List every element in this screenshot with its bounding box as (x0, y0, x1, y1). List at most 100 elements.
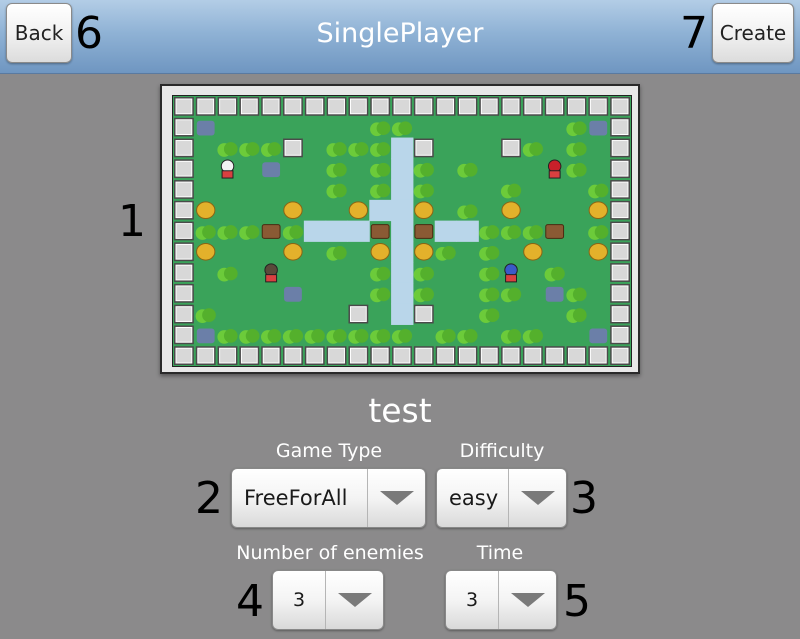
bush-icon (420, 287, 434, 302)
bush-icon (289, 329, 304, 343)
game-type-dropdown-arrow[interactable] (367, 469, 425, 527)
water-tile (391, 282, 414, 305)
time-label: Time (476, 542, 524, 564)
bush-icon (398, 121, 413, 136)
wall-block (328, 347, 345, 364)
wall-block (197, 347, 215, 364)
wall-block (284, 347, 302, 364)
bush-icon (485, 245, 500, 260)
bush-icon (485, 287, 500, 302)
wall-block (262, 98, 280, 115)
character-body-icon (505, 274, 518, 283)
difficulty-dropdown-arrow[interactable] (508, 469, 566, 527)
wall-block (611, 181, 629, 198)
bush-icon (376, 329, 391, 343)
rock-icon (196, 120, 215, 136)
time-dropdown-arrow[interactable] (498, 571, 556, 629)
bush-icon (332, 142, 347, 156)
water-tile (391, 262, 414, 284)
water-tile (369, 199, 392, 222)
wall-block (262, 347, 280, 364)
bush-icon (223, 329, 238, 343)
wall-block (240, 347, 258, 364)
wall-block (415, 347, 433, 364)
wall-block (306, 98, 324, 115)
wall-block (611, 119, 629, 136)
bush-icon (376, 183, 391, 198)
gold-barrel-icon (196, 242, 216, 261)
wall-block (415, 140, 433, 156)
game-type-spinner[interactable]: FreeForAll (231, 468, 426, 528)
enemies-dropdown-arrow[interactable] (325, 571, 383, 629)
difficulty-label: Difficulty (459, 440, 545, 462)
chest-icon (370, 224, 390, 239)
time-spinner[interactable]: 3 (445, 570, 557, 630)
gold-barrel-icon (523, 242, 543, 261)
wall-block (502, 140, 520, 156)
annotation-2: 2 (195, 473, 223, 524)
rock-icon (284, 286, 302, 302)
enemies-spinner[interactable]: 3 (272, 570, 384, 630)
bush-icon (202, 225, 216, 239)
bush-icon (463, 162, 478, 177)
water-tile (391, 303, 414, 325)
wall-block (219, 98, 236, 115)
wall-block (589, 98, 607, 115)
wall-block (568, 98, 585, 115)
annotation-5: 5 (563, 576, 591, 627)
water-tile (391, 158, 414, 180)
wall-block (480, 347, 498, 364)
bush-icon (420, 266, 434, 281)
create-button[interactable]: Create (712, 3, 794, 63)
level-name: test (368, 391, 432, 430)
difficulty-value: easy (449, 486, 499, 510)
wall-block (175, 119, 193, 136)
wall-block (546, 98, 564, 115)
wall-block (284, 140, 302, 156)
wall-block (175, 306, 193, 322)
wall-block (240, 98, 258, 115)
bush-icon (267, 142, 282, 156)
wall-block (415, 306, 433, 322)
wall-block (437, 98, 455, 115)
map-preview[interactable] (160, 84, 640, 374)
water-tile (325, 220, 348, 242)
rock-icon (589, 328, 608, 344)
difficulty-spinner[interactable]: easy (436, 468, 567, 528)
chest-icon (261, 224, 281, 239)
annotation-1: 1 (118, 196, 146, 247)
wall-block (437, 347, 455, 364)
bush-icon (420, 183, 434, 198)
chevron-down-icon (510, 593, 545, 607)
character-body-icon (221, 170, 234, 179)
gold-barrel-icon (283, 201, 303, 220)
bush-icon (332, 329, 347, 343)
back-button-label: Back (14, 21, 64, 45)
annotation-7: 7 (680, 8, 708, 59)
wall-block (349, 347, 367, 364)
chevron-down-icon (337, 593, 372, 607)
bush-icon (507, 225, 522, 239)
back-button[interactable]: Back (6, 3, 72, 63)
wall-block (175, 181, 193, 198)
map-canvas (174, 97, 630, 365)
wall-block (393, 98, 411, 115)
annotation-6: 6 (75, 8, 103, 59)
water-tile (391, 137, 414, 159)
gold-barrel-icon (414, 242, 434, 261)
wall-block (328, 98, 345, 115)
character-body-icon (265, 274, 278, 283)
wall-block (415, 98, 433, 115)
bush-icon (245, 142, 260, 156)
create-button-label: Create (719, 21, 787, 45)
bush-icon (507, 329, 522, 343)
bush-icon (332, 245, 347, 260)
character-body-icon (548, 170, 561, 179)
bush-icon (572, 308, 587, 322)
gold-barrel-icon (196, 201, 216, 220)
wall-block (611, 202, 629, 219)
wall-block (524, 347, 542, 364)
water-tile (456, 220, 479, 242)
wall-block (611, 223, 629, 239)
bush-icon (376, 162, 391, 177)
